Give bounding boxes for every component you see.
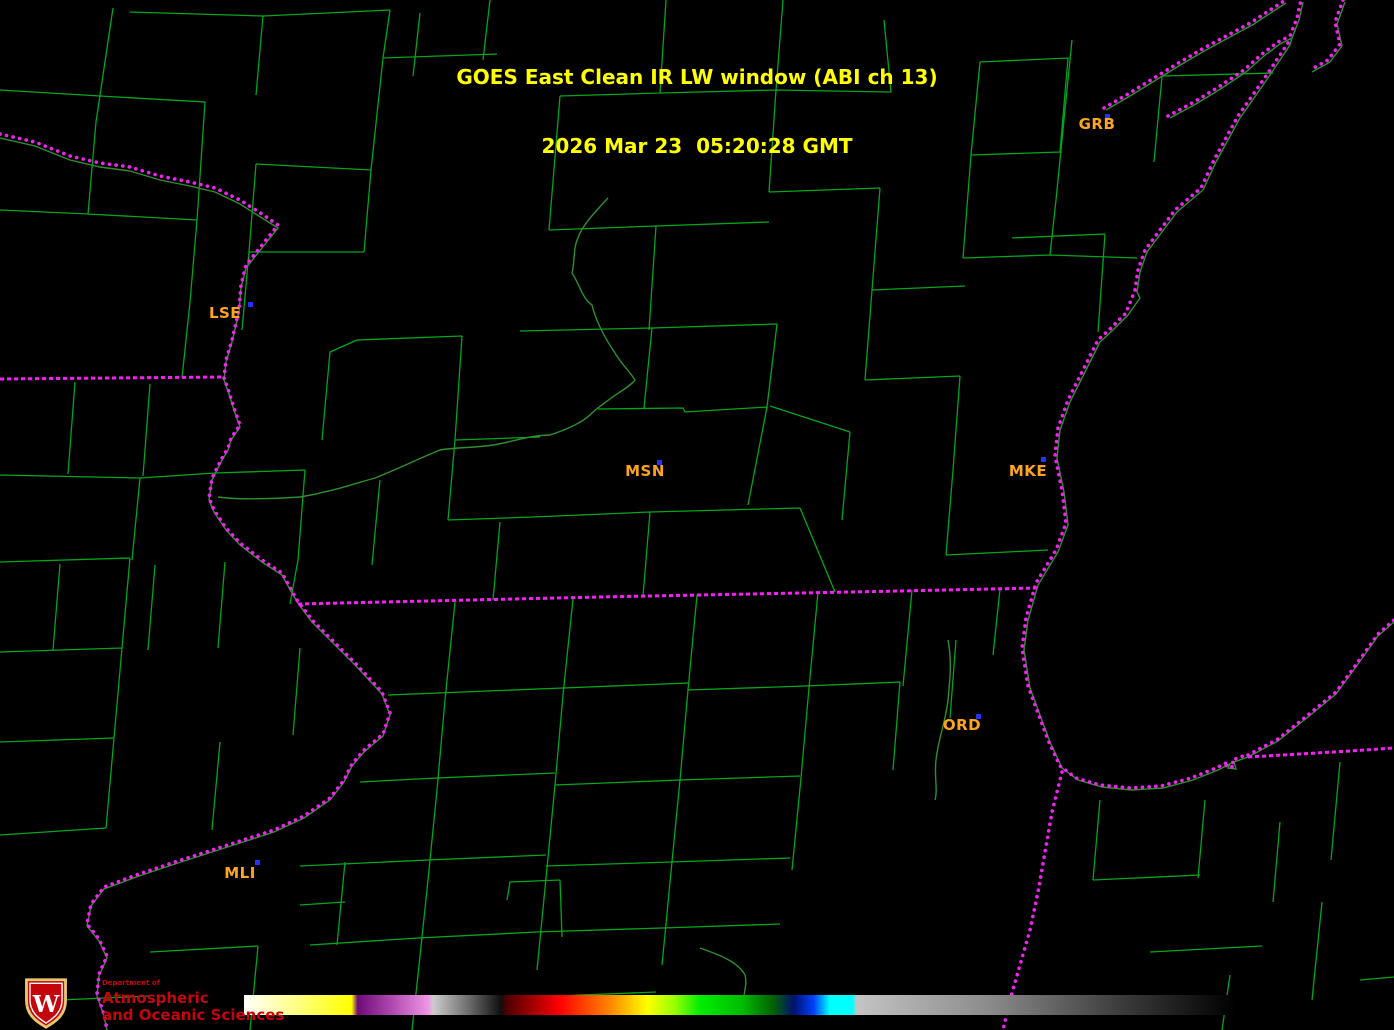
wisconsin-illinois-border (297, 586, 1038, 606)
county-lines-southeast (1092, 761, 1394, 1030)
wisconsin-river (217, 197, 636, 500)
station-label-msn: MSN (625, 462, 665, 480)
crest-monogram: W (32, 990, 60, 1018)
station-label-mli: MLI (224, 864, 256, 882)
logo-name-line2: and Oceanic Sciences (102, 1006, 285, 1024)
county-lines-illinois-vertical (411, 588, 1001, 1030)
county-lines-center (214, 285, 1049, 605)
title-line-1: GOES East Clean IR LW window (ABI ch 13) (456, 65, 938, 89)
lake-michigan-east-shore-border (1246, 618, 1394, 757)
station-dot-lse (248, 302, 253, 307)
michigan-indiana-border (1247, 746, 1394, 759)
county-lines-iowa (0, 381, 301, 836)
station-label-lse: LSE (208, 304, 242, 322)
station-label-ord: ORD (942, 716, 982, 734)
logo-name-line1: Atmospheric (102, 989, 209, 1007)
image-title: GOES East Clean IR LW window (ABI ch 13)… (0, 20, 1394, 181)
uw-crest-icon: W (25, 978, 67, 1029)
station-label-mke: MKE (1008, 462, 1048, 480)
goes-satellite-viewer: { "header": { "title_line1": "GOES East … (0, 0, 1394, 1030)
minnesota-iowa-border (0, 375, 223, 381)
uw-aos-logo: W Department of Atmospheric and Oceanic … (8, 977, 284, 1030)
logo-text: Department of Atmospheric and Oceanic Sc… (102, 980, 284, 1024)
illinois-indiana-border (1001, 770, 1064, 1030)
temperature-colorbar (244, 995, 1240, 1015)
county-lines-illinois-horizontal (249, 639, 957, 1011)
logo-dept-label: Department of (102, 979, 160, 987)
title-line-2: 2026 Mar 23 05:20:28 GMT (541, 134, 853, 158)
